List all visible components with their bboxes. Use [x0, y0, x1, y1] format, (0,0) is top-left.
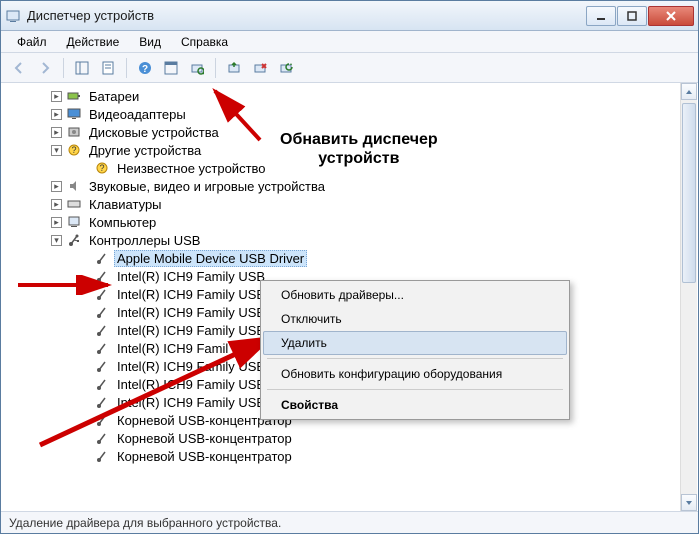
usb-device-icon [94, 358, 110, 374]
properties-button[interactable] [96, 56, 120, 80]
menubar: Файл Действие Вид Справка [1, 31, 698, 53]
ctx-scan-hardware[interactable]: Обновить конфигурацию оборудования [263, 362, 567, 386]
back-button [7, 56, 31, 80]
usb-icon [66, 232, 82, 248]
expander-icon[interactable]: ▸ [51, 109, 62, 120]
status-text: Удаление драйвера для выбранного устройс… [9, 516, 281, 530]
menu-file[interactable]: Файл [9, 33, 55, 51]
expander-collapse-icon[interactable]: ▾ [51, 235, 62, 246]
toolbar: ? [1, 53, 698, 83]
statusbar: Удаление драйвера для выбранного устройс… [1, 511, 698, 533]
tree-node-video[interactable]: ▸Видеоадаптеры [1, 105, 698, 123]
ctx-properties[interactable]: Свойства [263, 393, 567, 417]
expander-icon[interactable]: ▸ [51, 217, 62, 228]
annotation-text: Обнавить диспечер устройств [280, 130, 438, 168]
usb-device-icon [94, 376, 110, 392]
context-menu: Обновить драйверы... Отключить Удалить О… [260, 280, 570, 420]
usb-device-icon [94, 394, 110, 410]
scan-hardware-button[interactable] [185, 56, 209, 80]
scroll-down-button[interactable] [681, 494, 697, 511]
tree-node-computer[interactable]: ▸Компьютер [1, 213, 698, 231]
forward-button [33, 56, 57, 80]
help-button[interactable]: ? [133, 56, 157, 80]
disk-icon [66, 124, 82, 140]
minimize-button[interactable] [586, 6, 616, 26]
svg-text:?: ? [99, 163, 104, 173]
usb-device-icon [94, 430, 110, 446]
usb-device-icon [94, 322, 110, 338]
expander-collapse-icon[interactable]: ▾ [51, 145, 62, 156]
battery-icon [66, 88, 82, 104]
menu-help[interactable]: Справка [173, 33, 236, 51]
window-title: Диспетчер устройств [27, 8, 586, 23]
ctx-uninstall[interactable]: Удалить [263, 331, 567, 355]
other-devices-icon: ? [66, 142, 82, 158]
audio-icon [66, 178, 82, 194]
usb-device-icon [94, 268, 110, 284]
view-details-button[interactable] [159, 56, 183, 80]
expander-icon[interactable]: ▸ [51, 91, 62, 102]
ctx-separator [267, 389, 563, 390]
tree-node-usb-controllers[interactable]: ▾Контроллеры USB [1, 231, 698, 249]
tree-node-keyboards[interactable]: ▸Клавиатуры [1, 195, 698, 213]
tree-node-batteries[interactable]: ▸Батареи [1, 87, 698, 105]
usb-device-icon [94, 448, 110, 464]
usb-device-icon [94, 286, 110, 302]
update-driver-button[interactable] [222, 56, 246, 80]
menu-action[interactable]: Действие [59, 33, 128, 51]
ctx-disable[interactable]: Отключить [263, 307, 567, 331]
ctx-separator [267, 358, 563, 359]
device-manager-icon [5, 8, 21, 24]
close-button[interactable] [648, 6, 694, 26]
uninstall-driver-button[interactable] [248, 56, 272, 80]
scroll-thumb[interactable] [682, 103, 696, 283]
usb-device-icon [94, 304, 110, 320]
svg-text:?: ? [71, 145, 76, 155]
disable-driver-button[interactable] [274, 56, 298, 80]
scroll-up-button[interactable] [681, 83, 697, 100]
vertical-scrollbar[interactable] [680, 83, 697, 511]
menu-view[interactable]: Вид [131, 33, 169, 51]
show-console-tree-button[interactable] [70, 56, 94, 80]
ctx-update-drivers[interactable]: Обновить драйверы... [263, 283, 567, 307]
unknown-device-icon: ? [94, 160, 110, 176]
tree-node-hub-2[interactable]: Корневой USB-концентратор [1, 429, 698, 447]
titlebar[interactable]: Диспетчер устройств [1, 1, 698, 31]
expander-icon[interactable]: ▸ [51, 181, 62, 192]
tree-node-audio[interactable]: ▸Звуковые, видео и игровые устройства [1, 177, 698, 195]
tree-node-apple-usb[interactable]: Apple Mobile Device USB Driver [1, 249, 698, 267]
tree-node-hub-3[interactable]: Корневой USB-концентратор [1, 447, 698, 465]
maximize-button[interactable] [617, 6, 647, 26]
expander-icon[interactable]: ▸ [51, 199, 62, 210]
keyboard-icon [66, 196, 82, 212]
usb-device-icon [94, 250, 110, 266]
display-icon [66, 106, 82, 122]
svg-text:?: ? [142, 64, 148, 75]
usb-device-icon [94, 412, 110, 428]
usb-device-icon [94, 340, 110, 356]
expander-icon[interactable]: ▸ [51, 127, 62, 138]
computer-icon [66, 214, 82, 230]
